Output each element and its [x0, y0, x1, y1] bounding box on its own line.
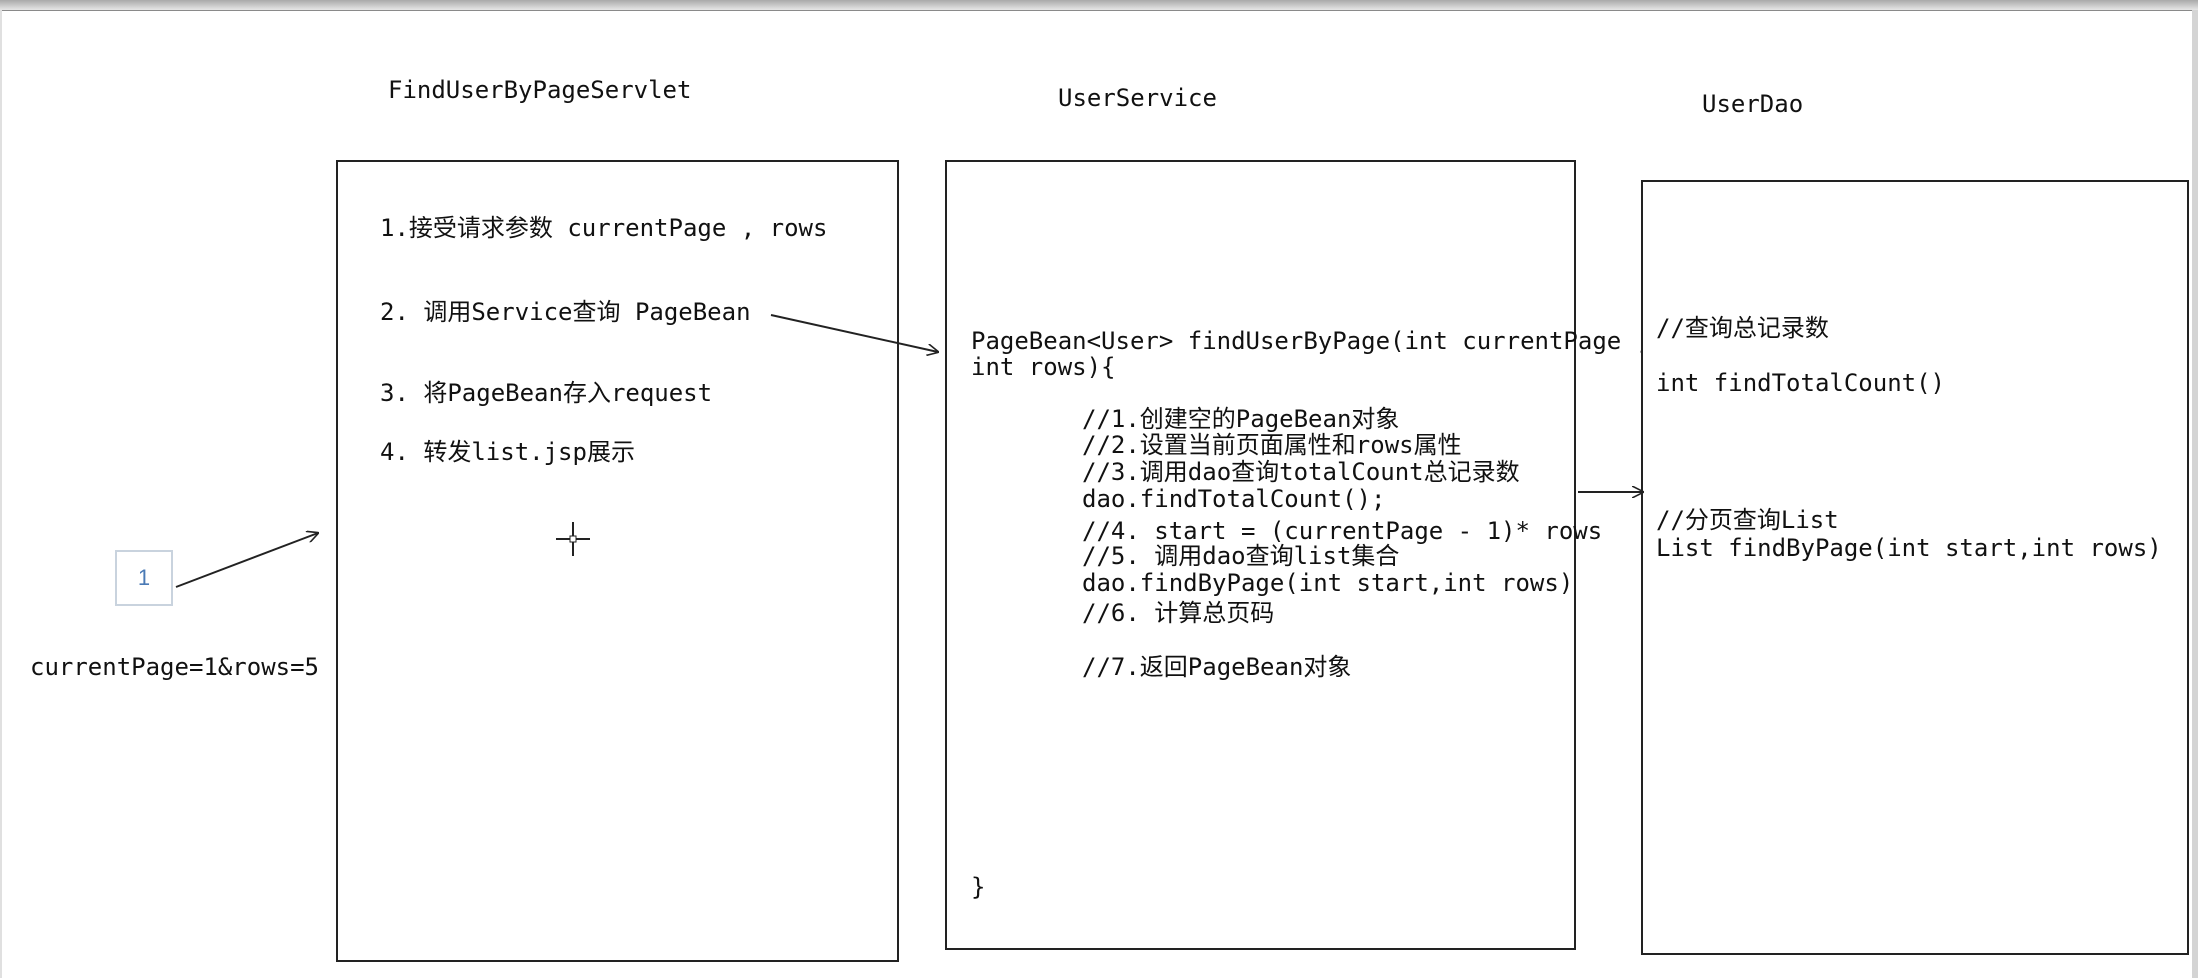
request-to-servlet-arrow — [175, 533, 318, 588]
crosshair-cursor-icon — [556, 522, 590, 556]
connector-layer — [175, 314, 2198, 588]
servlet-to-service-arrow — [770, 314, 938, 352]
